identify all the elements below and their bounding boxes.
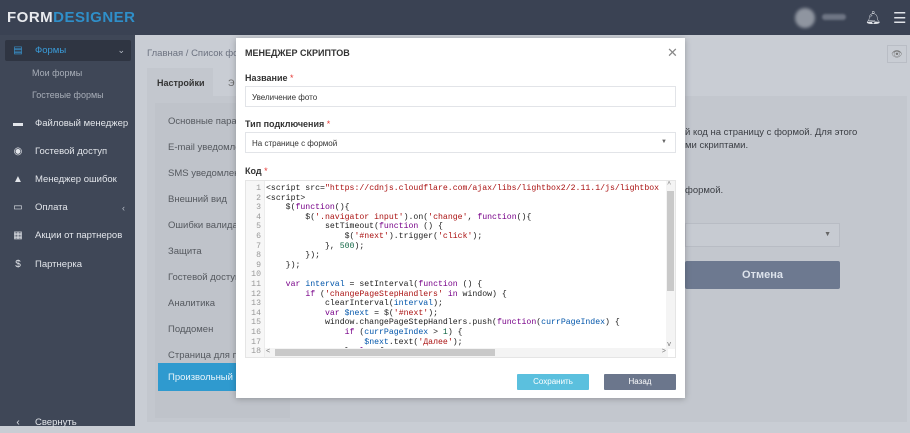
gift-icon: ▦	[13, 230, 23, 241]
code-line: 11 var interval = setInterval(function (…	[246, 280, 482, 290]
description-text: формой.	[685, 185, 724, 196]
scroll-up-icon[interactable]: ^	[667, 181, 671, 189]
type-select[interactable]: На странице с формой ▼	[245, 132, 676, 153]
code-line: 13 clearInterval(interval);	[246, 299, 443, 309]
line-number: 19	[246, 357, 261, 358]
code-line: 5 setTimeout(function () {	[246, 222, 443, 232]
top-header: FORMDESIGNER 🔔︎ ☰	[0, 0, 910, 35]
background-select[interactable]: ▼	[685, 223, 840, 247]
credit-card-icon: ▭	[13, 202, 23, 213]
code-line: 15 window.changePageStepHandlers.push(fu…	[246, 318, 620, 328]
line-number: 6	[256, 232, 261, 241]
code-line: 9 });	[246, 261, 300, 271]
sidebar-item[interactable]: ▤ Формы ⌄	[5, 40, 131, 61]
scroll-thumb[interactable]	[275, 349, 495, 356]
sidebar-item[interactable]: ▲ Менеджер ошибок	[5, 169, 131, 190]
collapse-sidebar-button[interactable]: ‹ Свернуть	[5, 412, 131, 433]
cancel-button[interactable]: Отмена	[685, 261, 840, 289]
settings-item[interactable]: Аналитика	[168, 298, 215, 309]
forms-icon: ▤	[13, 45, 23, 56]
code-line: 2 <script>	[246, 194, 305, 204]
vertical-scrollbar[interactable]: ^ v	[666, 181, 675, 349]
scroll-left-icon[interactable]: <	[266, 348, 270, 356]
avatar[interactable]	[795, 8, 815, 28]
code-line: 6 $('#next').trigger('click');	[246, 232, 482, 242]
folder-icon: ▬	[13, 118, 23, 129]
line-number: 4	[256, 212, 261, 222]
line-number: 17	[251, 337, 261, 347]
line-number: 5	[256, 222, 261, 232]
line-number: 8	[256, 251, 261, 261]
eye-icon[interactable]: 👁︎	[887, 45, 907, 63]
name-input[interactable]: Увеличение фото	[245, 86, 676, 107]
sidebar-item[interactable]: ▬ Файловый менеджер	[5, 113, 131, 134]
code-line: 16 if (currPageIndex > 1) {	[246, 328, 462, 338]
code-line: 19	[246, 357, 266, 358]
code-line: 17 $next.text('Далее');	[246, 337, 462, 348]
chevron-icon: ⌄	[117, 45, 125, 55]
line-number: 16	[251, 328, 261, 337]
sidebar-item[interactable]: $ Партнерка	[5, 254, 131, 275]
horizontal-scrollbar[interactable]: < >	[265, 348, 668, 357]
sidebar-subitem-my-forms[interactable]: Мои формы	[32, 68, 82, 78]
scroll-right-icon[interactable]: >	[662, 348, 666, 356]
modal-title: МЕНЕДЖЕР СКРИПТОВ	[245, 48, 350, 58]
chevron-left-icon: ‹	[16, 417, 20, 428]
description-text: ми скриптами.	[685, 140, 749, 151]
scroll-thumb[interactable]	[667, 191, 674, 291]
line-number: 2	[256, 193, 261, 203]
sidebar-item[interactable]: ▭ Оплата ‹	[5, 197, 131, 218]
dollar-icon: $	[15, 259, 21, 270]
settings-item[interactable]: Защита	[168, 246, 202, 257]
code-line: 7 }, 500);	[246, 242, 364, 252]
code-label: Код *	[245, 166, 268, 176]
line-number: 7	[256, 241, 261, 251]
tab-settings[interactable]: Настройки	[147, 68, 213, 96]
line-number: 14	[251, 308, 261, 318]
script-manager-modal: МЕНЕДЖЕР СКРИПТОВ ✕ Название * Увеличени…	[236, 38, 685, 398]
sidebar-subitem-guest-forms[interactable]: Гостевые формы	[32, 90, 104, 100]
code-line: 4 $('.navigator input').on('change', fun…	[246, 213, 531, 223]
warning-icon: ▲	[13, 174, 23, 185]
name-label: Название *	[245, 73, 294, 83]
user-name-blurred[interactable]	[822, 14, 846, 20]
sidebar-item[interactable]: ▦ Акции от партнеров	[5, 225, 131, 246]
description-text: й код на страницу с формой. Для этого	[685, 127, 858, 138]
logo[interactable]: FORMDESIGNER	[7, 9, 136, 26]
breadcrumb[interactable]: Главная / Список форм	[147, 48, 250, 59]
type-label: Тип подключения *	[245, 119, 331, 129]
line-number: 18	[251, 347, 261, 357]
user-circle-icon: ◉	[13, 146, 23, 157]
close-icon[interactable]: ✕	[667, 45, 678, 61]
line-number: 9	[256, 260, 261, 270]
code-line: 10	[246, 270, 266, 280]
settings-item[interactable]: Поддомен	[168, 324, 213, 335]
code-line: 1 <script src="https://cdnjs.cloudflare.c…	[246, 184, 659, 194]
caret-down-icon: ▼	[824, 231, 831, 238]
save-button[interactable]: Сохранить	[517, 374, 589, 390]
line-number: 1	[256, 184, 261, 193]
code-line: 8 });	[246, 251, 320, 261]
chevron-icon: ‹	[122, 202, 125, 213]
line-number: 10	[251, 270, 261, 280]
line-number: 12	[251, 289, 261, 299]
code-line: 12 if ('changePageStepHandlers' in windo…	[246, 290, 507, 300]
line-number: 11	[251, 280, 261, 289]
back-button[interactable]: Назад	[604, 374, 676, 390]
code-editor[interactable]: 1 <script src="https://cdnjs.cloudflare.c…	[245, 180, 676, 358]
line-number: 13	[251, 299, 261, 309]
bell-icon[interactable]: 🔔︎	[865, 10, 882, 26]
code-line: 14 var $next = $('#next');	[246, 309, 438, 319]
settings-item[interactable]: Внешний вид	[168, 194, 227, 205]
code-line: 3 $(function(){	[246, 203, 349, 213]
line-number: 3	[256, 203, 261, 213]
caret-down-icon: ▼	[661, 139, 667, 145]
sidebar-item[interactable]: ◉ Гостевой доступ	[5, 141, 131, 162]
line-number: 15	[251, 318, 261, 328]
settings-item[interactable]: Гостевой доступ	[168, 272, 240, 283]
menu-icon[interactable]: ☰	[893, 9, 906, 27]
